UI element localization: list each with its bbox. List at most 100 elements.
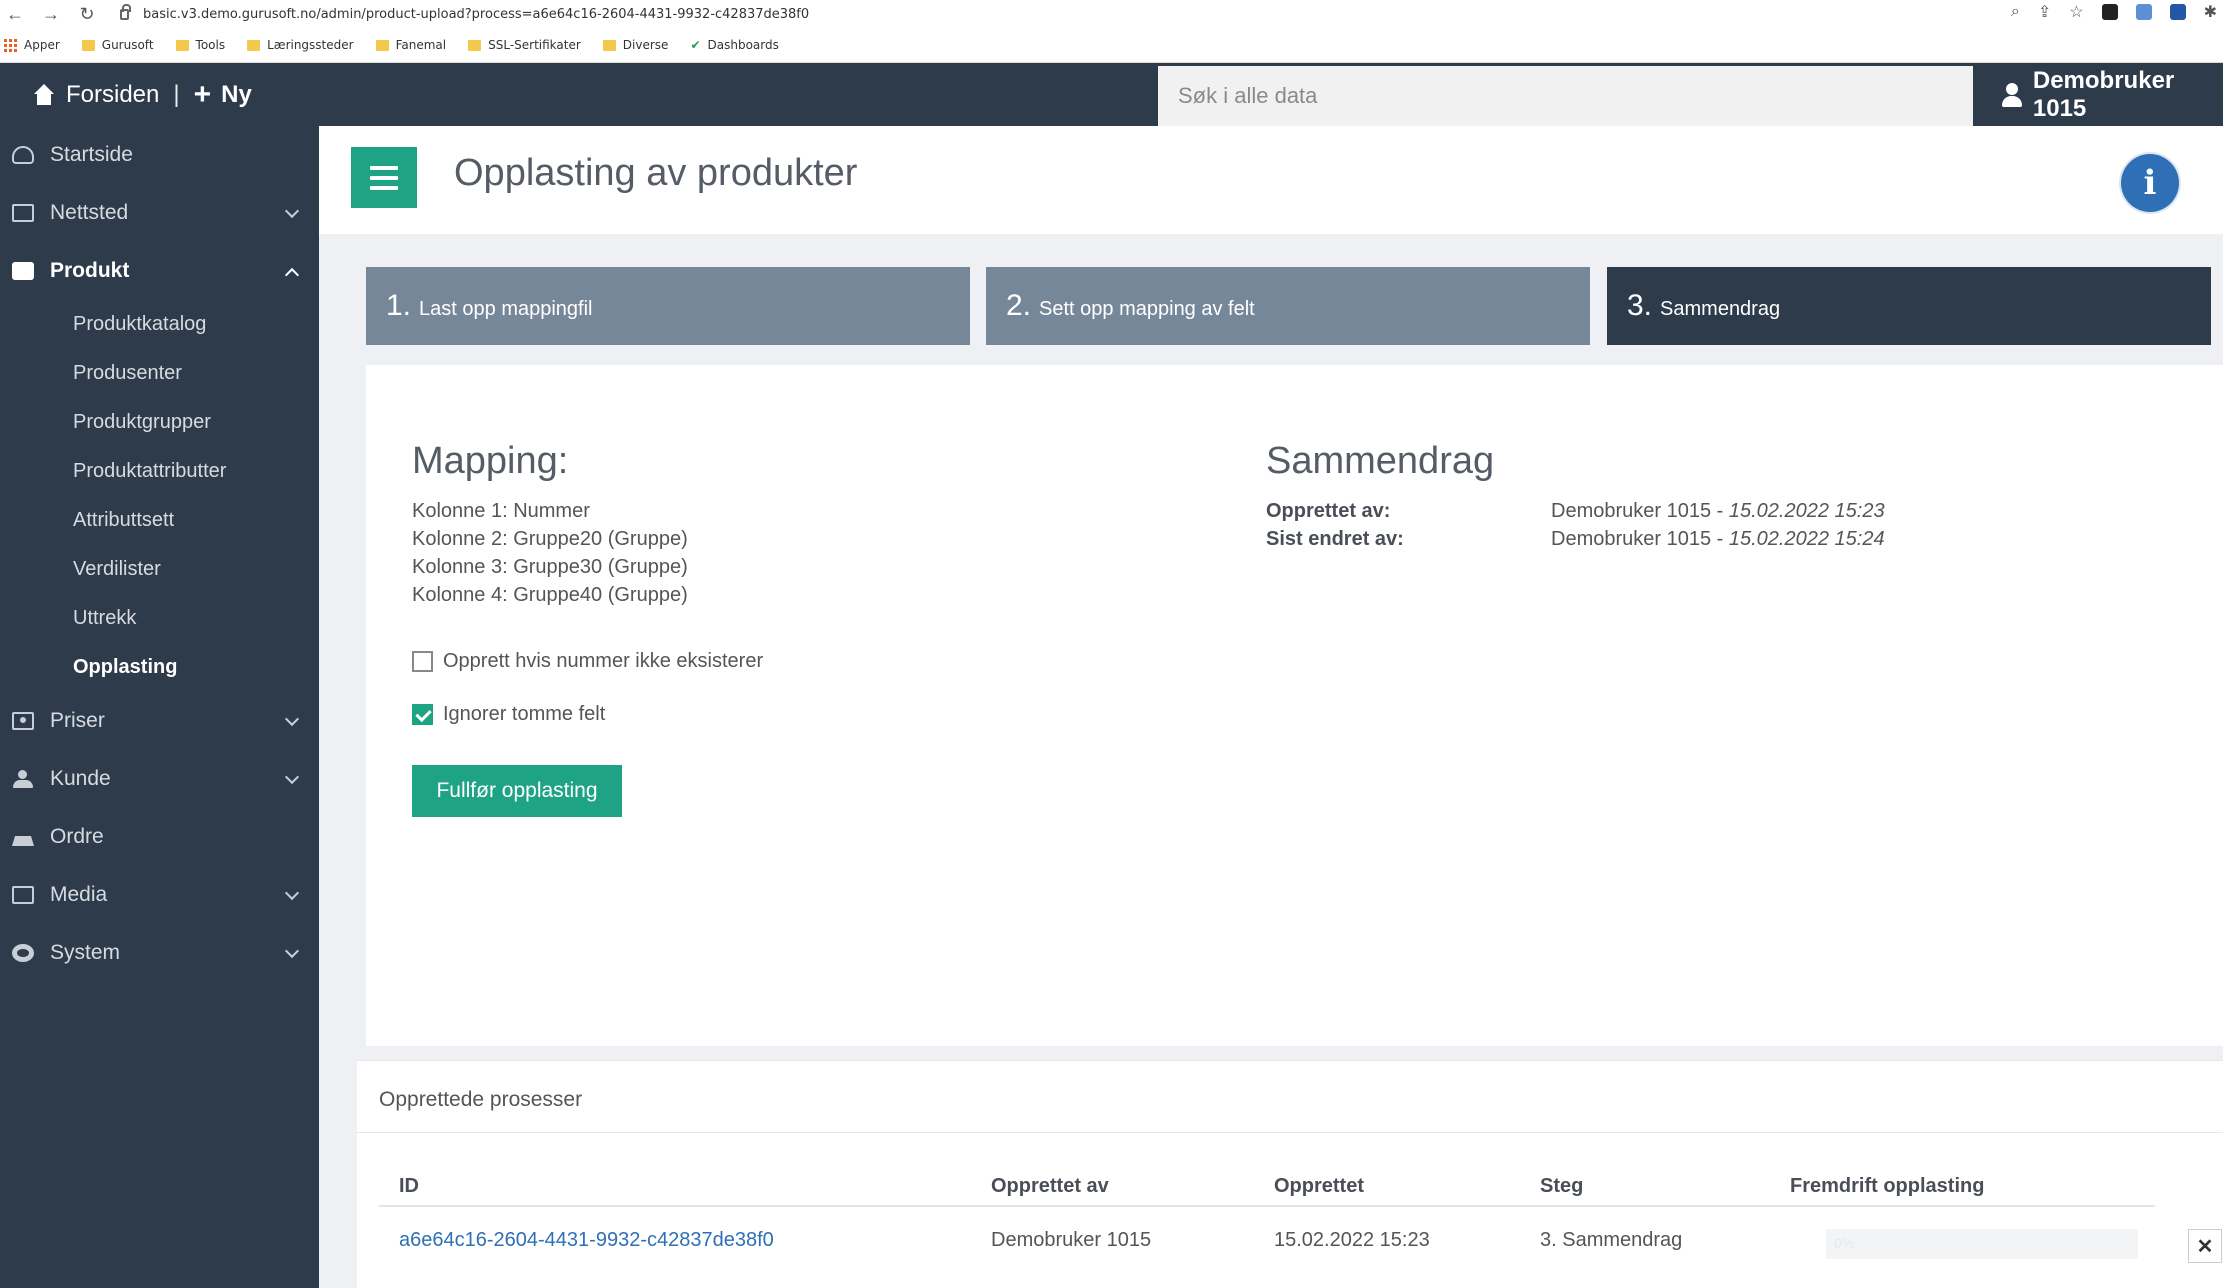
- step-summary[interactable]: 3. Sammendrag: [1607, 267, 2211, 345]
- progress-text: 0%: [1834, 1235, 1855, 1251]
- bookmark-folder[interactable]: Læringssteder: [247, 38, 354, 52]
- divider: [357, 1132, 2223, 1133]
- lock-icon: [120, 3, 131, 20]
- table-header-divider: [379, 1205, 2155, 1207]
- ignore-empty-checkbox[interactable]: [412, 704, 433, 725]
- reload-icon[interactable]: ↻: [78, 4, 96, 25]
- cart-icon: [12, 828, 34, 846]
- folder-icon: [81, 39, 95, 51]
- chevron-down-icon: [284, 769, 300, 785]
- sidebar-item-kunde[interactable]: Kunde: [0, 750, 319, 808]
- summary-section: Sammendrag Opprettet av: Demobruker 1015…: [1266, 440, 1885, 553]
- column-header-id[interactable]: ID: [399, 1175, 419, 1198]
- bookmark-dashboards[interactable]: ✔ Dashboards: [690, 38, 778, 52]
- chevron-down-icon: [284, 885, 300, 901]
- sidebar-item-produkt[interactable]: Produkt: [0, 242, 319, 300]
- sidebar-subitem-produsenter[interactable]: Produsenter: [0, 349, 319, 398]
- mapping-section: Mapping: Kolonne 1: Nummer Kolonne 2: Gr…: [412, 440, 688, 609]
- bookmark-folder[interactable]: Fanemal: [375, 38, 446, 52]
- puzzle-icon[interactable]: ✱: [2204, 2, 2217, 22]
- chevron-down-icon: [284, 943, 300, 959]
- plus-icon[interactable]: +: [194, 79, 212, 110]
- browser-toolbar: ← → ↻ basic.v3.demo.gurusoft.no/admin/pr…: [0, 0, 2223, 28]
- dashboard-icon: [12, 146, 34, 164]
- chevron-up-icon: [284, 267, 300, 283]
- mapping-line: Kolonne 1: Nummer: [412, 500, 590, 522]
- star-icon[interactable]: ☆: [2069, 2, 2083, 22]
- sidebar-item-ordre[interactable]: Ordre: [0, 808, 319, 866]
- sidebar-item-nettsted[interactable]: Nettsted: [0, 184, 319, 242]
- extension-icon[interactable]: [2169, 4, 2186, 20]
- folder-icon: [12, 204, 34, 222]
- mapping-line: Kolonne 4: Gruppe40 (Gruppe): [412, 584, 688, 606]
- home-link[interactable]: Forsiden: [66, 81, 159, 109]
- global-search-input[interactable]: [1158, 66, 1973, 126]
- apps-icon: [4, 38, 17, 52]
- back-icon[interactable]: ←: [6, 4, 24, 25]
- process-step: 3. Sammendrag: [1540, 1229, 1683, 1251]
- processes-panel: Opprettede prosesser ID Opprettet av Opp…: [357, 1060, 2223, 1288]
- page-header: Opplasting av produkter i: [319, 126, 2223, 234]
- column-header-created-by[interactable]: Opprettet av: [991, 1175, 1109, 1198]
- sidebar-subitem-produktgrupper[interactable]: Produktgrupper: [0, 398, 319, 447]
- forward-icon[interactable]: →: [42, 4, 60, 25]
- bookmark-folder[interactable]: Diverse: [602, 38, 668, 52]
- bookmark-folder[interactable]: Tools: [175, 38, 225, 52]
- step-upload-mapping-file[interactable]: 1. Last opp mappingfil: [366, 267, 970, 345]
- changed-by-row: Sist endret av: Demobruker 1015 - 15.02.…: [1266, 528, 1885, 550]
- bookmark-apps[interactable]: Apper: [4, 38, 60, 52]
- bookmarks-bar: Apper Gurusoft Tools Læringssteder Fanem…: [0, 28, 2223, 63]
- process-id-link[interactable]: a6e64c16-2604-4431-9932-c42837de38f0: [399, 1229, 774, 1252]
- sidebar-subitem-uttrekk[interactable]: Uttrekk: [0, 594, 319, 643]
- menu-toggle-button[interactable]: [351, 147, 417, 208]
- bookmark-folder[interactable]: Gurusoft: [81, 38, 154, 52]
- sidebar-subitem-attributtsett[interactable]: Attributtsett: [0, 496, 319, 545]
- column-header-step[interactable]: Steg: [1540, 1175, 1583, 1198]
- wizard-steps: 1. Last opp mappingfil 2. Sett opp mappi…: [366, 267, 2211, 345]
- sidebar-item-priser[interactable]: Priser: [0, 692, 319, 750]
- sidebar-subitem-verdilister[interactable]: Verdilister: [0, 545, 319, 594]
- column-header-progress[interactable]: Fremdrift opplasting: [1790, 1175, 1984, 1198]
- sidebar-item-system[interactable]: System: [0, 924, 319, 982]
- sidebar-subitem-produktattributter[interactable]: Produktattributter: [0, 447, 319, 496]
- summary-heading: Sammendrag: [1266, 440, 1495, 482]
- extension-icon[interactable]: [2101, 4, 2118, 20]
- sidebar: Startside Nettsted Produkt Produktkatalo…: [0, 126, 319, 1288]
- users-icon: [12, 770, 34, 788]
- image-icon: [12, 886, 34, 904]
- url-text[interactable]: basic.v3.demo.gurusoft.no/admin/product-…: [143, 7, 809, 22]
- step-field-mapping[interactable]: 2. Sett opp mapping av felt: [986, 267, 1590, 345]
- info-button[interactable]: i: [2121, 154, 2179, 212]
- sidebar-item-startside[interactable]: Startside: [0, 126, 319, 184]
- user-name: Demobruker 1015: [2032, 66, 2175, 122]
- chevron-down-icon: [284, 711, 300, 727]
- sidebar-subitem-produktkatalog[interactable]: Produktkatalog: [0, 300, 319, 349]
- ignore-empty-option[interactable]: Ignorer tomme felt: [412, 703, 605, 726]
- share-icon[interactable]: ⇪: [2038, 2, 2051, 22]
- summary-card: Mapping: Kolonne 1: Nummer Kolonne 2: Gr…: [366, 365, 2223, 1046]
- extension-icon[interactable]: [2135, 4, 2152, 20]
- page-title: Opplasting av produkter: [454, 152, 858, 194]
- delete-process-button[interactable]: ✕: [2188, 1229, 2222, 1263]
- sidebar-subitem-opplasting[interactable]: Opplasting: [0, 643, 319, 692]
- home-icon[interactable]: [32, 83, 56, 106]
- column-header-created[interactable]: Opprettet: [1274, 1175, 1364, 1198]
- sidebar-item-media[interactable]: Media: [0, 866, 319, 924]
- folder-icon: [247, 39, 261, 51]
- user-menu[interactable]: Demobruker 1015: [2002, 63, 2223, 126]
- new-link[interactable]: Ny: [221, 81, 252, 109]
- folder-icon: [602, 39, 616, 51]
- gear-icon: [12, 944, 34, 962]
- zoom-icon[interactable]: ⌕: [2011, 3, 2020, 21]
- complete-upload-button[interactable]: Fullfør opplasting: [412, 765, 622, 817]
- address-bar[interactable]: basic.v3.demo.gurusoft.no/admin/product-…: [120, 3, 809, 22]
- chevron-down-icon: [284, 203, 300, 219]
- bookmark-folder[interactable]: SSL-Sertifikater: [468, 38, 581, 52]
- create-if-missing-checkbox[interactable]: [412, 651, 433, 672]
- box-icon: [12, 262, 34, 280]
- main-content: Opplasting av produkter i 1. Last opp ma…: [319, 126, 2223, 1288]
- created-by-row: Opprettet av: Demobruker 1015 - 15.02.20…: [1266, 500, 1885, 522]
- money-icon: [12, 712, 34, 730]
- create-if-missing-option[interactable]: Opprett hvis nummer ikke eksisterer: [412, 650, 763, 673]
- mapping-heading: Mapping:: [412, 440, 569, 482]
